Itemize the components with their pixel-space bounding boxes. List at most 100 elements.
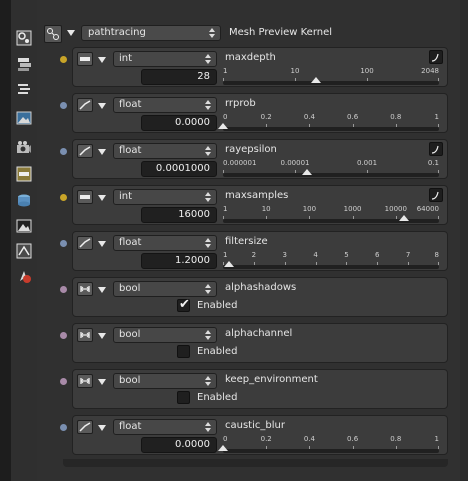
type-value: bool	[119, 283, 141, 294]
value-field[interactable]: 0.0000	[141, 437, 217, 453]
tick-label: 6	[375, 251, 380, 259]
expand-toggle-icon[interactable]	[67, 30, 75, 36]
enabled-checkbox[interactable]: ✔	[177, 297, 190, 312]
checkbox-label: Enabled	[197, 346, 238, 357]
connector-dot[interactable]	[60, 148, 67, 155]
slider-thumb[interactable]	[224, 261, 235, 267]
layers-icon[interactable]	[16, 80, 32, 96]
imager-icon[interactable]	[16, 243, 32, 259]
type-select[interactable]: int	[113, 51, 217, 67]
connector-dot[interactable]	[60, 56, 67, 63]
enabled-checkbox[interactable]	[177, 345, 190, 358]
kernel-type-value: pathtracing	[88, 27, 146, 38]
collapse-toggle-icon[interactable]	[98, 57, 106, 63]
connector-dot[interactable]	[60, 332, 67, 339]
param-row-rayepsilon: float rayepsilon 0.0001000 0.000001 0.00001 0…	[72, 139, 448, 179]
log-curve-icon[interactable]	[429, 188, 443, 202]
tick-label: 64000	[416, 205, 439, 213]
collapse-toggle-icon[interactable]	[98, 333, 106, 339]
type-select[interactable]: int	[113, 189, 217, 205]
updown-arrows-icon	[205, 330, 211, 340]
material-icon[interactable]	[16, 268, 32, 284]
type-select[interactable]: float	[113, 143, 217, 159]
float-type-icon[interactable]	[77, 420, 93, 434]
param-name: rayepsilon	[225, 144, 277, 155]
value-field[interactable]: 0.0000	[141, 115, 217, 131]
param-name: keep_environment	[225, 374, 318, 385]
log-curve-icon[interactable]	[429, 50, 443, 64]
slider-thumb[interactable]	[218, 123, 228, 129]
type-select[interactable]: bool	[113, 327, 217, 343]
slider-thumb[interactable]	[302, 169, 313, 175]
stack-icon[interactable]	[16, 56, 32, 72]
value-field[interactable]: 1.2000	[141, 253, 217, 269]
node-icon[interactable]	[44, 25, 62, 43]
int-type-icon[interactable]	[77, 190, 93, 204]
tick-label: 0	[223, 113, 228, 121]
connector-dot[interactable]	[60, 102, 67, 109]
collapse-toggle-icon[interactable]	[98, 103, 106, 109]
node-graph-icon[interactable]	[16, 30, 32, 46]
collapse-toggle-icon[interactable]	[98, 425, 106, 431]
log-curve-icon[interactable]	[429, 142, 443, 156]
panel-footer	[63, 459, 448, 467]
tick-label: 0.8	[390, 113, 402, 121]
type-select[interactable]: bool	[113, 373, 217, 389]
updown-arrows-icon	[205, 146, 211, 156]
render-target-icon[interactable]	[16, 218, 32, 234]
collapse-toggle-icon[interactable]	[98, 149, 106, 155]
value-slider[interactable]: 1 10 100 2048	[223, 67, 439, 85]
connector-dot[interactable]	[60, 286, 67, 293]
param-name: caustic_blur	[225, 420, 285, 431]
connector-dot[interactable]	[60, 240, 67, 247]
collapse-toggle-icon[interactable]	[98, 241, 106, 247]
bool-type-icon[interactable]	[77, 282, 93, 296]
connector-dot[interactable]	[60, 378, 67, 385]
connector-dot[interactable]	[60, 424, 67, 431]
value-slider[interactable]: 1 10 100 1000 10000 64000	[223, 205, 439, 223]
param-name: alphashadows	[225, 282, 297, 293]
collapse-toggle-icon[interactable]	[98, 287, 106, 293]
image-icon[interactable]	[16, 110, 32, 126]
camera-icon[interactable]	[16, 140, 32, 156]
collapse-toggle-icon[interactable]	[98, 379, 106, 385]
tick-label: 1000	[343, 205, 362, 213]
slider-track	[223, 449, 439, 453]
type-select[interactable]: float	[113, 97, 217, 113]
checkbox-label: Enabled	[197, 392, 238, 403]
value-field[interactable]: 16000	[141, 207, 217, 223]
tick-label: 1	[223, 205, 228, 213]
int-type-icon[interactable]	[77, 52, 93, 66]
value-slider[interactable]: 0 0.2 0.4 0.6 0.8 1	[218, 113, 439, 131]
value-slider[interactable]: 0 0.2 0.4 0.6 0.8 1	[218, 435, 439, 453]
connector-dot[interactable]	[60, 194, 67, 201]
kernel-icon[interactable]	[16, 166, 32, 182]
value-field[interactable]: 0.0001000	[141, 161, 217, 177]
float-type-icon[interactable]	[77, 236, 93, 250]
tick-label: 10	[290, 67, 300, 75]
type-select[interactable]: float	[113, 235, 217, 251]
slider-thumb[interactable]	[310, 77, 321, 83]
value-field[interactable]: 28	[141, 69, 217, 85]
param-name: alphachannel	[225, 328, 293, 339]
checkbox-label: Enabled	[197, 300, 238, 311]
slider-track	[223, 173, 439, 177]
slider-thumb[interactable]	[218, 445, 228, 451]
type-select[interactable]: bool	[113, 281, 217, 297]
value-slider[interactable]: 0.000001 0.00001 0.001 0.1	[223, 159, 439, 177]
slider-thumb[interactable]	[399, 215, 410, 221]
type-select[interactable]: float	[113, 419, 217, 435]
float-type-icon[interactable]	[77, 98, 93, 112]
environment-icon[interactable]	[16, 192, 32, 208]
param-row-maxsamples: int maxsamples 16000 1 10 100 1000 10000 64000	[72, 185, 448, 225]
value-slider[interactable]: 1 2 3 4 5 6 7 8	[223, 251, 439, 269]
bool-type-icon[interactable]	[77, 374, 93, 388]
updown-arrows-icon	[205, 376, 211, 386]
bool-type-icon[interactable]	[77, 328, 93, 342]
float-type-icon[interactable]	[77, 144, 93, 158]
type-value: bool	[119, 375, 141, 386]
enabled-checkbox[interactable]	[177, 391, 190, 404]
collapse-toggle-icon[interactable]	[98, 195, 106, 201]
updown-arrows-icon	[209, 28, 215, 38]
kernel-type-select[interactable]: pathtracing	[81, 25, 221, 41]
